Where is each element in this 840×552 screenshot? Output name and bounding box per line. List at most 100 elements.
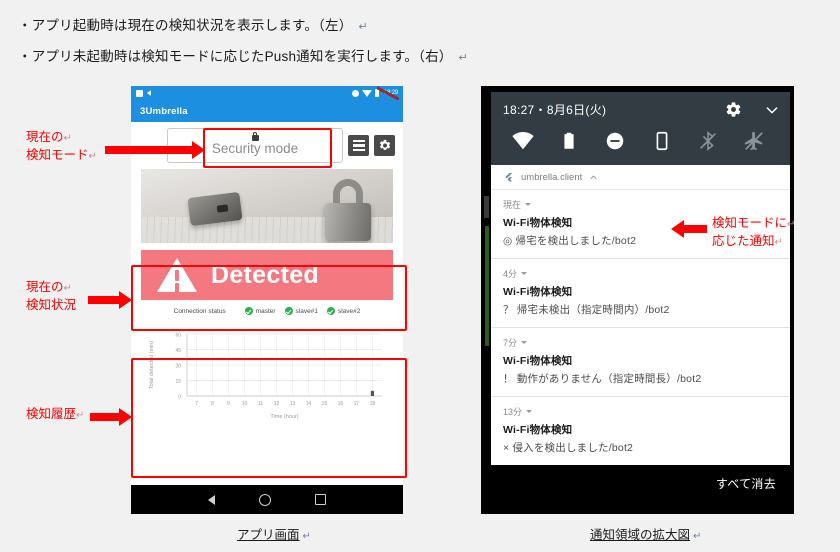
notification-time: 現在 — [503, 200, 522, 210]
connection-status-label: Connection status — [173, 307, 226, 315]
pilcrow-mark: ↵ — [774, 237, 783, 248]
chart-xtick-label: 13 — [290, 401, 296, 407]
chevron-down-icon[interactable] — [525, 203, 532, 206]
android-navigation-bar — [131, 485, 403, 514]
chart-xtick-label: 9 — [227, 401, 230, 407]
connection-device-slave2: slave#2 — [326, 307, 361, 315]
notification-item[interactable]: 7分 Wi-Fi物体検知 ！ 動作がありません（指定時間長）/bot2 — [491, 328, 790, 397]
back-button[interactable] — [208, 494, 215, 505]
chart-xtick-label: 16 — [338, 401, 344, 407]
chart-xtick-label: 11 — [258, 401, 263, 407]
check-icon — [244, 307, 253, 315]
airplane-off-icon — [744, 131, 763, 151]
notification-time: 4分 — [503, 269, 518, 279]
chevron-down-icon[interactable] — [521, 272, 528, 275]
gear-icon — [379, 139, 391, 150]
annotation-arrow-to-notification — [671, 220, 707, 238]
warning-triangle-icon — [157, 258, 197, 292]
doc-note-2-text: ・アプリ未起動時は検知モードに応じたPush通知を実行します。（右） — [18, 49, 453, 64]
notification-item[interactable]: 4分 Wi-Fi物体検知 ？ 帰宅未検出（指定時間内）/bot2 — [491, 259, 790, 328]
volume-key — [484, 196, 489, 218]
check-icon — [326, 307, 335, 315]
quick-settings-actions — [725, 101, 780, 118]
bluetooth-off-icon — [699, 131, 716, 151]
annotation-mode-notification: 検知モードに↵ 応じた通知↵ — [712, 215, 795, 251]
caption-right-text: 通知領域の拡大図 — [590, 528, 691, 542]
status-clock: 18:27 — [503, 102, 535, 117]
device-tile[interactable] — [650, 129, 674, 153]
pilcrow-mark: ↵ — [63, 283, 72, 294]
battery-tile[interactable] — [557, 129, 581, 153]
chevron-up-icon[interactable] — [589, 173, 598, 182]
wifi-tile[interactable] — [511, 129, 535, 153]
status-bar-left-icons — [136, 89, 151, 97]
wifi-icon — [361, 89, 372, 97]
pilcrow-mark: ↵ — [88, 151, 97, 162]
chart-xtick-label: 7 — [195, 401, 198, 407]
device-name: master — [255, 307, 276, 315]
warning-dot — [175, 284, 179, 288]
recents-button[interactable] — [315, 494, 326, 505]
chart-ytick-label: 45 — [175, 348, 181, 354]
detection-history-chart: 0 15 30 45 60 7 8 9 10 11 12 13 14 15 16 17 18 Time (hour… — [140, 324, 394, 422]
notification-item[interactable]: 13分 Wi-Fi物体検知 × 侵入を検出しました/bot2 — [491, 397, 790, 465]
lock-icon — [251, 131, 259, 141]
hamburger-icon-bar — [352, 144, 365, 147]
annotation-line-1: 現在の — [26, 280, 64, 294]
gear-icon[interactable] — [725, 101, 742, 118]
chart-xtick-label: 18 — [370, 401, 376, 407]
bluetooth-tile[interactable] — [696, 129, 720, 153]
notification-title: Wi-Fi物体検知 — [503, 355, 573, 367]
quick-settings-top-row: 18:27 ・ 8月6日(火) — [503, 101, 780, 118]
detection-status-label: Detected — [211, 260, 319, 289]
clear-all-button[interactable]: すべて消去 — [716, 475, 776, 492]
flutter-icon — [505, 172, 513, 182]
pilcrow-mark: ↵ — [302, 531, 311, 542]
do-not-disturb-icon — [607, 132, 624, 150]
annotation-line-2: 応じた通知 — [712, 234, 775, 248]
doc-note-2: ・アプリ未起動時は検知モードに応じたPush通知を実行します。（右） ↵ — [18, 45, 468, 65]
chart-ytick-label: 0 — [178, 395, 181, 401]
do-not-disturb-tile[interactable] — [603, 129, 627, 153]
chevron-down-icon[interactable] — [521, 341, 528, 344]
annotation-line-1: 現在の — [26, 130, 64, 144]
notification-app-name: umbrella.client — [521, 172, 583, 183]
doc-note-1: ・アプリ起動時は現在の検知状況を表示します。（左） ↵ — [18, 14, 368, 34]
notification-time-row: 13分 — [503, 405, 778, 418]
chart-ytick-label: 30 — [175, 364, 181, 370]
pilcrow-mark: ↵ — [787, 219, 796, 230]
caption-left-text: アプリ画面 — [237, 528, 300, 542]
chevron-down-icon[interactable] — [526, 410, 533, 413]
chevron-down-icon[interactable] — [764, 102, 780, 118]
annotation-line-2: 検知状況 — [26, 298, 77, 312]
annotation-line-1: 検知履歴 — [26, 407, 77, 421]
pilcrow-mark: ↵ — [458, 52, 468, 64]
pilcrow-mark: ↵ — [358, 21, 368, 33]
settings-button[interactable] — [374, 135, 395, 156]
detection-mode-value: Security mode — [211, 141, 299, 156]
chart-xlabel: Time (hour) — [270, 414, 298, 420]
notification-app-group-header[interactable]: umbrella.client — [491, 165, 790, 190]
gps-icon — [351, 89, 359, 97]
notification-body: ！ 動作がありません（指定時間長）/bot2 — [503, 373, 702, 385]
app-title: 3Umbrella — [140, 105, 188, 117]
home-button[interactable] — [259, 493, 271, 506]
clock-date-separator: ・ — [534, 103, 547, 117]
hamburger-icon — [352, 140, 365, 143]
notification-time-row: 7分 — [503, 336, 778, 349]
menu-button[interactable] — [348, 135, 369, 156]
notification-title: Wi-Fi物体検知 — [503, 424, 573, 436]
annotation-line-2: 検知モード — [26, 148, 89, 162]
airplane-mode-tile[interactable] — [742, 129, 766, 153]
status-date: 8月6日(火) — [546, 103, 607, 117]
annotation-slash-mark — [377, 86, 399, 100]
share-icon — [147, 90, 151, 96]
wifi-icon — [512, 132, 534, 150]
notification-time-row: 現在 — [503, 198, 778, 211]
chart-canvas: 0 15 30 45 60 7 8 9 10 11 12 13 14 15 16 17 18 Time (hour… — [149, 333, 382, 420]
pilcrow-mark: ↵ — [693, 531, 702, 542]
notification-shade-mockup: 18:27 ・ 8月6日(火) umbrella.client 現在 Wi-Fi… — [481, 86, 794, 514]
connection-device-master: master — [244, 307, 276, 315]
device-name: slave#2 — [337, 307, 361, 315]
chart-ytick-label: 60 — [175, 333, 181, 339]
